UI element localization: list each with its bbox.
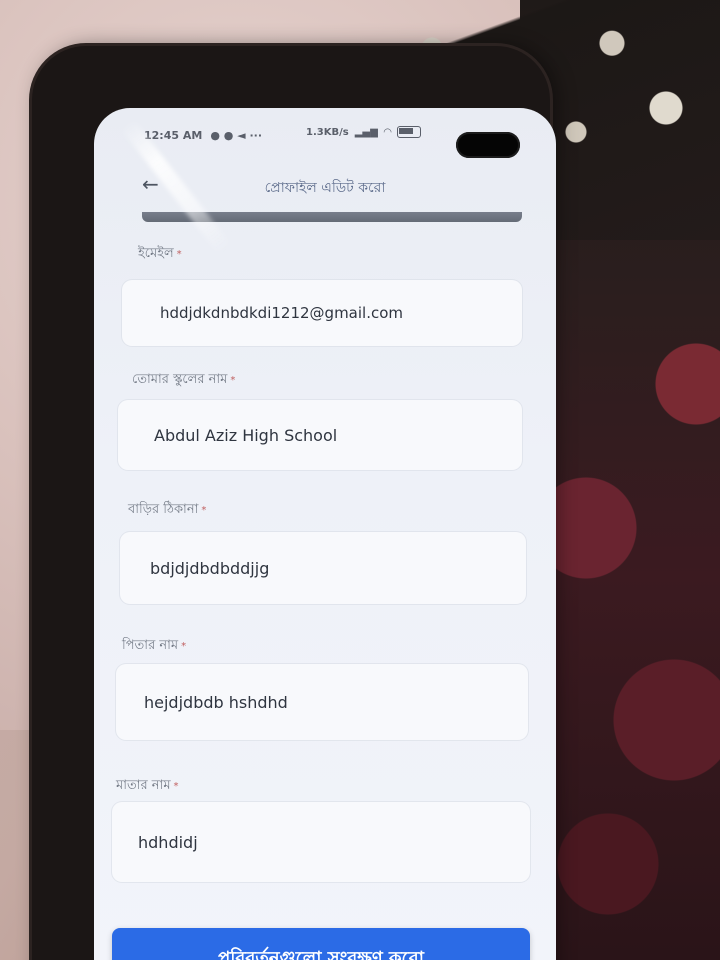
email-field[interactable]: hddjdkdnbdkdi1212@gmail.com — [122, 280, 522, 346]
address-field[interactable]: bdjdjdbdbddjjg — [120, 532, 526, 604]
phone-screen: 12:45 AM ● ● ◄ ··· 1.3KB/s ▂▄▆ ◠ ← প্রোফ… — [94, 108, 556, 960]
father-name-field[interactable]: hejdjdbdb hshdhd — [116, 664, 528, 740]
signal-icon: ▂▄▆ — [354, 126, 378, 138]
father-name-label: পিতার নাম * — [122, 638, 187, 653]
status-time: 12:45 AM — [144, 128, 203, 142]
notification-icons: ● ● ◄ ··· — [210, 128, 262, 142]
save-button[interactable]: পরিবর্তনগুলো সংরক্ষণ করো — [112, 928, 530, 960]
email-label: ইমেইল * — [138, 246, 182, 261]
photo-scene: 12:45 AM ● ● ◄ ··· 1.3KB/s ▂▄▆ ◠ ← প্রোফ… — [0, 0, 720, 960]
status-right: 1.3KB/s ▂▄▆ ◠ — [306, 126, 422, 138]
mother-name-field[interactable]: hdhdidj — [112, 802, 530, 882]
wifi-icon: ◠ — [383, 126, 392, 138]
phone-body: 12:45 AM ● ● ◄ ··· 1.3KB/s ▂▄▆ ◠ ← প্রোফ… — [32, 46, 556, 960]
school-name-label: তোমার স্কুলের নাম * — [132, 372, 236, 387]
network-speed: 1.3KB/s — [306, 126, 349, 138]
battery-icon — [397, 126, 422, 138]
school-name-field[interactable]: Abdul Aziz High School — [118, 400, 522, 470]
camera-cutout — [456, 132, 520, 158]
address-label: বাড়ির ঠিকানা * — [128, 502, 207, 517]
mother-name-label: মাতার নাম * — [116, 778, 179, 793]
